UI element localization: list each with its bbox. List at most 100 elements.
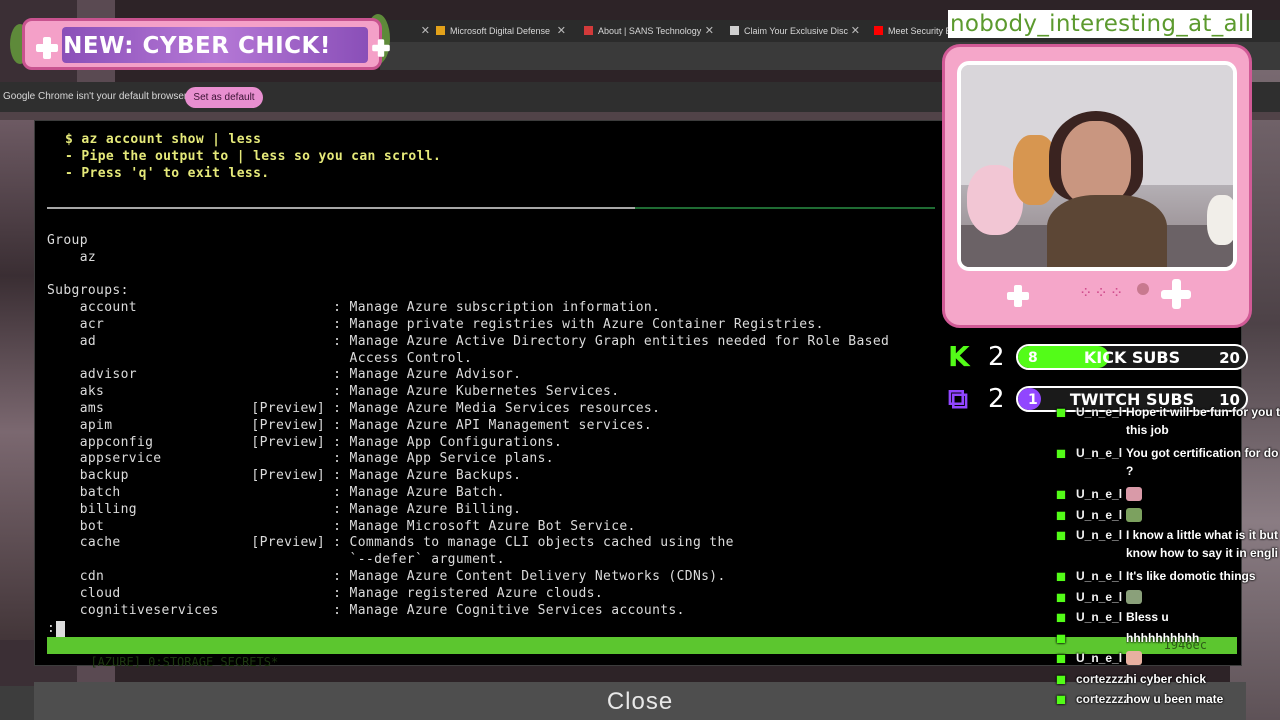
tab-close-icon[interactable]: ✕ bbox=[705, 20, 714, 42]
chat-username: U_n_e_l bbox=[1076, 487, 1123, 501]
dpad-icon bbox=[36, 37, 58, 59]
goal-max: 20 bbox=[1219, 349, 1240, 367]
chat-text: It's like domotic things bbox=[1126, 569, 1256, 583]
terminal-cursor bbox=[56, 621, 65, 637]
chat-username: U_n_e_l bbox=[1076, 569, 1123, 583]
chat-text: hi cyber chick bbox=[1126, 671, 1207, 686]
plush-toy bbox=[1207, 195, 1233, 245]
terminal-line: cognitiveservices : Manage Azure Cogniti… bbox=[47, 602, 685, 618]
tab-meet-security[interactable]: Meet Security E bbox=[874, 20, 954, 42]
kick-badge-icon: ◼ bbox=[1056, 487, 1066, 501]
terminal-line: appservice : Manage App Service plans. bbox=[47, 451, 554, 467]
terminal-line: aks : Manage Azure Kubernetes Services. bbox=[47, 384, 620, 400]
banner-title: NEW: CYBER CHICK! bbox=[63, 33, 331, 59]
chat-text-continued: ? bbox=[1126, 464, 1134, 478]
terminal-line: acr : Manage private registries with Azu… bbox=[47, 317, 824, 332]
webcam-video bbox=[961, 65, 1233, 267]
new-follower-banner: NEW: CYBER CHICK! bbox=[10, 10, 390, 72]
chat-text: I know a little what is it but bbox=[1126, 528, 1279, 542]
tab-close-icon[interactable]: ✕ bbox=[851, 20, 860, 42]
terminal-line: cache [Preview] : Commands to manage CLI… bbox=[47, 535, 734, 551]
kick-badge-icon: ◼ bbox=[1056, 692, 1066, 706]
chat-username: U_n_e_l bbox=[1076, 446, 1123, 460]
microsoft-favicon-icon bbox=[436, 26, 445, 35]
chat-emote-icon bbox=[1126, 507, 1280, 523]
webcam-screen bbox=[957, 61, 1237, 271]
stream-screen: ✕ Microsoft Digital Defense ✕ About | SAN… bbox=[0, 0, 1280, 720]
twitch-logo-icon: ⧉ bbox=[948, 382, 968, 415]
command-hint: $ az account show | less bbox=[65, 132, 262, 147]
set-as-default-button[interactable]: Set as default bbox=[185, 87, 263, 108]
terminal-line: bot : Manage Microsoft Azure Bot Service… bbox=[47, 518, 636, 534]
terminal-line: cloud : Manage registered Azure clouds. bbox=[47, 585, 604, 601]
chat-username: cortezzzz bbox=[1076, 692, 1130, 706]
chat-text: hhhhhhhhhh bbox=[1126, 630, 1200, 645]
tab-microsoft-digital-defense[interactable]: Microsoft Digital Defense ✕ bbox=[436, 20, 566, 42]
chat-text: You got certification for do bbox=[1126, 446, 1279, 460]
kick-badge-icon: ◼ bbox=[1056, 405, 1066, 419]
kick-badge-icon: ◼ bbox=[1056, 671, 1066, 686]
terminal-line: advisor : Manage Azure Advisor. bbox=[47, 367, 522, 383]
tab-claim-exclusive[interactable]: Claim Your Exclusive Disc ✕ bbox=[730, 20, 860, 42]
knob-icon bbox=[1137, 283, 1149, 295]
tab-close-icon[interactable]: ✕ bbox=[421, 20, 430, 42]
infobar-text: Google Chrome isn't your default browser bbox=[3, 91, 188, 102]
chat-text: Hope it will be fun for you t bbox=[1126, 405, 1280, 419]
chat-text-continued: this job bbox=[1126, 423, 1169, 437]
chat-username: cortezzzz bbox=[1076, 671, 1130, 686]
youtube-favicon-icon bbox=[874, 26, 883, 35]
chat-username: U_n_e_l bbox=[1076, 610, 1123, 624]
less-prompt: : bbox=[47, 621, 55, 636]
generic-favicon-icon bbox=[730, 26, 739, 35]
chat-username: U_n_e_l bbox=[1076, 528, 1123, 542]
kick-badge-icon: ◼ bbox=[1056, 446, 1066, 460]
chat-text: Bless u bbox=[1126, 610, 1169, 624]
kick-badge-icon: ◼ bbox=[1056, 507, 1066, 522]
kick-goal-bar: 8 KICK SUBS 20 bbox=[1016, 344, 1248, 370]
tab-label: Microsoft Digital Defense bbox=[450, 26, 551, 36]
tab-label: Claim Your Exclusive Disc bbox=[744, 26, 849, 36]
chat-emote-icon bbox=[1126, 650, 1280, 666]
terminal-line: backup [Preview] : Manage Azure Backups. bbox=[47, 468, 522, 484]
terminal-line: az bbox=[47, 249, 97, 265]
help-hint-line: - Pipe the output to | less so you can s… bbox=[65, 149, 442, 164]
left-desktop-edge bbox=[0, 120, 34, 640]
tmux-session-label: [AZURE] 0:STORAGE SECRETS* bbox=[90, 655, 279, 669]
chat-username: U_n_e_l bbox=[1076, 651, 1123, 665]
twitch-sub-count: 2 bbox=[988, 384, 1005, 414]
dpad-icon bbox=[372, 39, 390, 57]
terminal-line: cdn : Manage Azure Content Delivery Netw… bbox=[47, 569, 726, 584]
kick-logo-icon: K bbox=[948, 340, 970, 373]
terminal-line: account : Manage Azure subscription info… bbox=[47, 300, 661, 316]
tab-label: About | SANS Technology bbox=[598, 26, 702, 36]
terminal-line: appconfig [Preview] : Manage App Configu… bbox=[47, 434, 563, 450]
terminal-line: Subgroups: bbox=[47, 283, 129, 299]
chat-emote-icon bbox=[1126, 486, 1280, 502]
kick-badge-icon: ◼ bbox=[1056, 610, 1066, 624]
tab-sans-technology[interactable]: About | SANS Technology ✕ bbox=[584, 20, 714, 42]
kick-badge-icon: ◼ bbox=[1056, 651, 1066, 665]
help-hint-line: - Press 'q' to exit less. bbox=[65, 166, 270, 181]
terminal-line: ad : Manage Azure Active Directory Graph… bbox=[47, 333, 890, 349]
chat-overlay: ◼ U_n_e_l Hope it will be fun for you t thi… bbox=[1040, 404, 1280, 720]
tab-label: Meet Security E bbox=[888, 26, 952, 36]
terminal-separator-accent bbox=[635, 207, 935, 209]
tab-close-icon[interactable]: ✕ bbox=[557, 20, 566, 42]
speaker-dots-icon: ⁘⁘⁘ bbox=[1079, 283, 1126, 302]
webcam-frame: ⁘⁘⁘ bbox=[942, 44, 1252, 328]
chat-text: how u been mate bbox=[1126, 692, 1224, 706]
streamer-username: nobody_interesting_at_all bbox=[948, 10, 1252, 38]
goal-label: KICK SUBS bbox=[1083, 348, 1181, 367]
kick-badge-icon: ◼ bbox=[1056, 630, 1066, 645]
kick-sub-goal: K 2 8 KICK SUBS 20 bbox=[948, 340, 1252, 374]
kick-badge-icon: ◼ bbox=[1056, 589, 1066, 604]
dpad-icon bbox=[1007, 285, 1029, 307]
terminal-line: batch : Manage Azure Batch. bbox=[47, 485, 505, 500]
kick-badge-icon: ◼ bbox=[1056, 528, 1066, 542]
chat-emote-icon bbox=[1126, 589, 1280, 605]
kick-sub-count: 2 bbox=[988, 342, 1005, 372]
streamer-body bbox=[1047, 195, 1167, 267]
terminal-line: Group bbox=[47, 233, 88, 248]
terminal-line: Access Control. bbox=[47, 350, 473, 366]
terminal-line: billing : Manage Azure Billing. bbox=[47, 501, 522, 517]
